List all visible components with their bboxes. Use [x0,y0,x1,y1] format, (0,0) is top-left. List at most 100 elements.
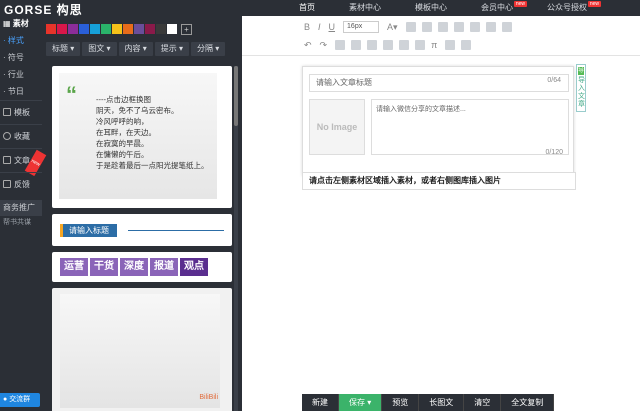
sidebar-promo[interactable]: 商务推广 [0,200,42,216]
tag-operation: 运营 [60,258,88,276]
material-card-title[interactable]: 请输入标题 [52,214,232,246]
new-button[interactable]: 新建 [302,394,339,411]
emoji-icon[interactable] [399,40,410,50]
background-color-icon[interactable] [405,22,416,32]
sidebar-item-industry[interactable]: · 行业 [0,66,42,83]
quote-mark-icon: “ [66,82,77,107]
font-size-select[interactable]: 16px [343,21,380,33]
color-swatches: + [46,24,193,35]
topnav-material-center[interactable]: 素材中心 [332,0,398,16]
undo-icon[interactable]: ↶ [304,40,312,51]
clear-format-icon[interactable] [461,40,472,50]
tag-opinion: 观点 [180,258,208,276]
topnav-home[interactable]: 首页 [282,0,332,16]
redo-icon[interactable]: ↷ [320,40,328,51]
filter-tip[interactable]: 提示 ▾ [154,42,189,56]
preview-button[interactable]: 预览 [382,394,420,411]
editor-hint-text[interactable]: 请点击左侧素材区域插入素材，或者右侧图库插入图片 [302,172,576,190]
sidebar-item-feedback[interactable]: 反馈 [0,172,42,196]
qq-group-button[interactable]: ● 交流群 [0,393,40,407]
title-sample: 请输入标题 [60,224,117,237]
color-swatch[interactable] [123,24,133,34]
scrollbar-thumb[interactable] [234,66,238,126]
video-icon[interactable] [415,40,426,50]
new-badge: new [513,1,527,7]
color-swatch[interactable] [68,24,78,34]
title-underline [128,230,224,231]
sidebar-item-festival[interactable]: · 节日 [0,83,42,100]
color-swatch[interactable] [46,24,56,34]
color-swatch[interactable] [134,24,144,34]
link-icon[interactable] [351,40,362,50]
quote-poem-text: ----点击边框换图 阴天，免不了乌云密布。 冷风呼呼的响， 在耳畔，在天边。 … [96,95,209,170]
filter-content[interactable]: 内容 ▾ [118,42,153,56]
align-left-icon[interactable] [421,22,432,32]
material-card-quote[interactable]: “ ----点击边框换图 阴天，免不了乌云密布。 冷风呼呼的响， 在耳畔，在天边… [52,66,232,208]
article-description-input[interactable]: 请输入微信分享的文章描述... [371,99,569,155]
line-height-icon[interactable] [485,22,496,32]
topnav-template-center[interactable]: 模板中心 [398,0,464,16]
cover-image-upload[interactable]: No Image [309,99,365,155]
underline-icon[interactable]: U [329,22,336,32]
tag-depth: 深度 [120,258,148,276]
tag-dry-goods: 干货 [90,258,118,276]
material-card-tags[interactable]: 运营 干货 深度 报道 观点 [52,252,232,282]
align-right-icon[interactable] [453,22,464,32]
color-swatch[interactable] [112,24,122,34]
sidebar-item-style[interactable]: · 样式 [0,32,42,49]
color-swatch[interactable] [79,24,89,34]
italic-icon[interactable]: I [318,22,321,32]
long-image-button[interactable]: 长图文 [419,394,465,411]
editor-actions: 新建 保存 ▾ 预览 长图文 清空 全文复制 [302,394,555,411]
sidebar-promo-sub[interactable]: 帮书共谋 [0,216,42,230]
panel-scrollbar[interactable] [234,66,238,411]
topnav-member-center[interactable]: 会员中心 new [464,0,530,16]
align-center-icon[interactable] [437,22,448,32]
color-swatch[interactable] [57,24,67,34]
top-nav: 首页 素材中心 模板中心 会员中心 new 公众号授权 new [282,0,604,16]
topnav-account-auth[interactable]: 公众号授权 new [530,0,604,16]
color-swatch[interactable] [156,24,166,34]
color-swatch[interactable] [167,24,177,34]
list-icon[interactable] [335,40,346,50]
formula-icon[interactable]: π [431,40,437,50]
sidebar-item-symbol[interactable]: · 符号 [0,49,42,66]
grid-icon: ▦ [3,19,13,28]
add-color-button[interactable]: + [181,24,192,35]
image-icon[interactable] [383,40,394,50]
filter-divider[interactable]: 分隔 ▾ [191,42,226,56]
filter-image-text[interactable]: 图文 ▾ [82,42,117,56]
material-filters: 标题 ▾ 图文 ▾ 内容 ▾ 提示 ▾ 分隔 ▾ [46,42,227,56]
material-card-image[interactable]: BiliBili [52,288,232,411]
document-icon [3,156,11,164]
new-badge: new [587,1,601,7]
no-image-placeholder: No Image [316,122,358,132]
import-article-button[interactable]: 导导入文章 [576,64,586,112]
toolbar-row-1: B I U 16px A▾ [304,19,518,35]
sidebar-item-favorite[interactable]: 收藏 [0,124,42,148]
import-badge: 导 [578,67,585,75]
color-swatch[interactable] [90,24,100,34]
sidebar-header-material[interactable]: ▦ 素材 [0,16,42,32]
image-watermark: BiliBili [199,394,218,401]
left-sidebar: ▦ 素材 · 样式 · 符号 · 行业 · 节日 模板 收藏 文章 new 反馈 … [0,16,47,411]
align-justify-icon[interactable] [469,22,480,32]
font-color-icon[interactable]: A▾ [387,22,398,33]
sidebar-item-article[interactable]: 文章 new [0,148,47,177]
article-title-input[interactable]: 请输入文章标题 [309,74,569,92]
color-swatch[interactable] [101,24,111,34]
color-swatch[interactable] [145,24,155,34]
sidebar-item-template[interactable]: 模板 [0,100,42,124]
bold-icon[interactable]: B [304,22,310,32]
filter-title[interactable]: 标题 ▾ [46,42,81,56]
format-painter-icon[interactable] [445,40,456,50]
copy-all-button[interactable]: 全文复制 [501,394,555,411]
save-button[interactable]: 保存 ▾ [339,394,383,411]
clear-button[interactable]: 清空 [464,394,502,411]
heart-icon [3,132,11,140]
table-icon[interactable] [367,40,378,50]
editor-area: B I U 16px A▾ ↶ ↷ π 请输入文章标题 0/64 No Imag… [242,16,640,411]
import-article-label: 导入文章 [578,77,585,108]
material-panel: “ ----点击边框换图 阴天，免不了乌云密布。 冷风呼呼的响， 在耳畔，在天边… [52,66,232,411]
paragraph-spacing-icon[interactable] [501,22,512,32]
